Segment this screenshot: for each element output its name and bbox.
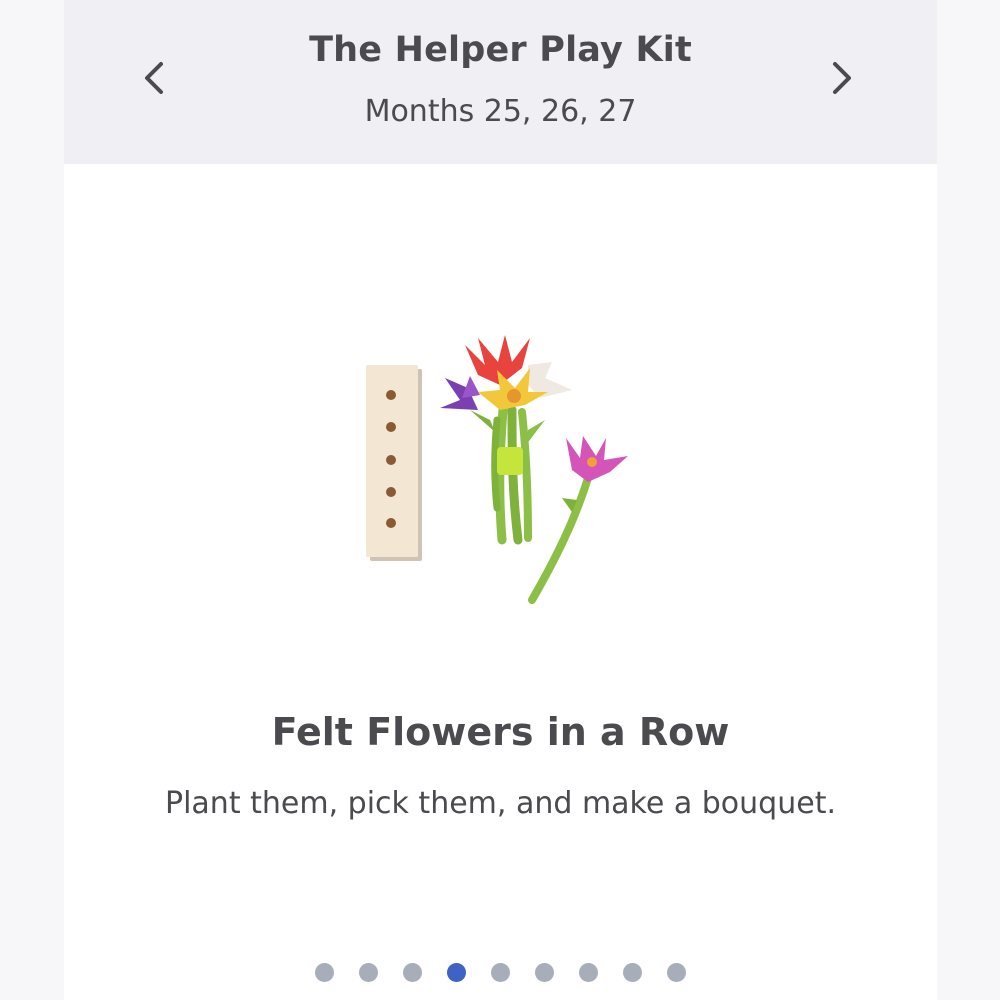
pagination-dot[interactable]	[314, 963, 334, 982]
flower-bouquet	[440, 335, 572, 545]
pagination-dot[interactable]	[358, 963, 378, 982]
next-kit-button[interactable]	[820, 56, 864, 100]
carousel-pagination	[0, 963, 1000, 985]
pagination-dot[interactable]	[490, 963, 510, 982]
kit-header	[64, 0, 937, 164]
chevron-right-icon	[833, 62, 851, 94]
pagination-dot[interactable]	[666, 963, 686, 982]
item-title: Felt Flowers in a Row	[271, 710, 730, 754]
pagination-dot-active[interactable]	[446, 963, 466, 982]
felt-flowers-product-image	[366, 335, 628, 604]
kit-months: Months 25, 26, 27	[364, 94, 637, 129]
single-pink-flower	[528, 436, 628, 604]
item-description: Plant them, pick them, and make a bouque…	[165, 786, 836, 821]
pagination-dot[interactable]	[402, 963, 422, 982]
pagination-dot[interactable]	[578, 963, 598, 982]
wooden-board	[366, 365, 422, 561]
pagination-dot[interactable]	[534, 963, 554, 982]
kit-title: The Helper Play Kit	[309, 30, 692, 70]
pagination-dot[interactable]	[622, 963, 642, 982]
